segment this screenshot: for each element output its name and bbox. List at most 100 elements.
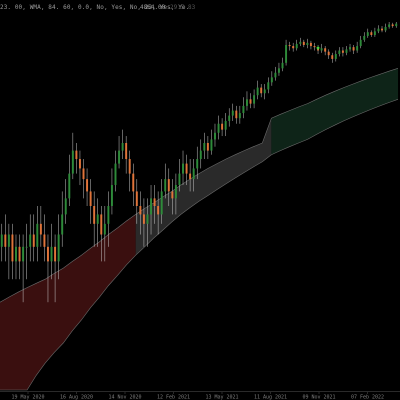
candle [338,47,341,57]
candle [235,105,238,124]
candle-body-up [199,150,202,160]
candle [363,32,366,42]
candle-body-down [54,246,57,262]
candle-body-up [36,223,39,247]
candle [238,105,241,124]
candle-body-up [164,179,167,192]
candle [221,118,224,137]
candle [164,163,167,199]
x-tick-label: 09 Nov 2021 [302,395,335,400]
candle-body-up [224,120,227,130]
candle [206,136,209,160]
candle-body-up [121,142,124,151]
candle-body-down [142,214,145,224]
candle [71,132,74,180]
candle [7,223,10,280]
candle [57,214,60,280]
axis-divider [0,391,400,392]
candle-body-down [235,110,238,119]
signal-marker: ✦ [315,44,321,52]
candle-body-up [231,110,234,116]
candle [89,179,92,224]
candle [210,129,213,155]
candle-body-up [107,206,110,224]
candle-body-up [263,89,266,94]
candle-body-up [118,150,121,164]
candle-body-up [15,246,17,262]
candle-body-up [160,191,163,215]
candle [75,142,78,174]
candle-body-down [324,48,327,52]
candle-body-down [157,206,160,215]
candle-body-down [391,24,394,27]
candle-body-down [352,47,355,51]
candle [25,223,28,280]
candle [388,22,391,29]
candle-body-down [331,55,334,59]
candle-body-up [295,43,298,49]
candle-body-down [125,142,128,160]
candle-body-up [306,42,309,45]
candle [341,47,344,57]
candle-body-down [185,163,188,174]
x-tick-label: 11 Aug 2021 [254,395,287,400]
candle [93,191,96,247]
candle-body-up [57,234,60,262]
marker-layer: ✦ [315,44,321,52]
candle-body-up [96,214,99,224]
candle [231,103,234,121]
candle-body-down [135,191,138,206]
candle [370,30,373,37]
candle-body-up [363,35,366,40]
candle-body-down [78,159,81,169]
band-segment-gray [135,118,272,256]
candle-body-up [256,87,259,96]
candle-body-up [0,234,3,247]
candle [214,123,216,147]
candle [242,97,245,119]
candle [121,129,124,160]
candle-body-down [11,234,14,262]
candle-body-down [89,191,92,206]
x-tick-label: 13 May 2021 [205,395,238,400]
candle-body-down [327,51,330,56]
candle-body-up [50,246,53,262]
candle [395,22,398,28]
candle-body-up [359,39,362,47]
candle [199,139,202,169]
candle [182,150,184,186]
candle-body-up [7,234,10,247]
candle [263,84,266,100]
candle [96,198,99,247]
candle [128,150,131,192]
candle-body-up [217,123,220,133]
candle [377,25,380,34]
candle [274,66,277,81]
candle-body-down [132,173,135,192]
candle [288,41,291,51]
candle [36,206,39,262]
x-tick-label: 16 Aug 2020 [60,395,93,400]
candle [324,46,327,56]
candle [86,168,89,206]
candle-body-down [341,50,344,53]
candle-layer [0,22,398,303]
candle [260,84,263,98]
candle-body-up [366,32,369,36]
candle [277,62,280,76]
candlestick-chart[interactable]: ✦ 19 May 2020 16 Aug 2020 14 Nov 2020 12 Fe… [0,0,400,400]
candle-body-up [238,113,241,119]
candle [18,234,21,280]
candle [381,26,383,33]
candle-body-down [39,223,42,235]
candle-body-up [214,132,216,140]
x-tick-label: 07 Feb 2022 [351,395,384,400]
candle-body-down [309,42,312,47]
candle-body-up [192,168,195,180]
indicator-tail-text: 29.5 83 [170,4,196,11]
candle [61,191,64,247]
candle [352,44,355,55]
candle [281,57,284,72]
candle [43,214,46,262]
candle-body-down [221,123,224,130]
